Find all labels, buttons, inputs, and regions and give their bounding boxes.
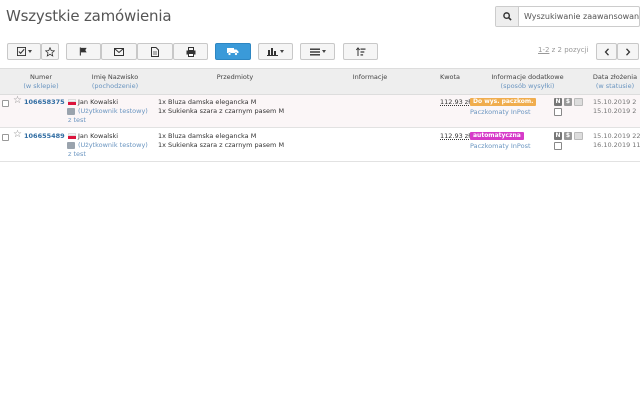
advanced-search (495, 6, 640, 27)
flag-button[interactable] (66, 43, 101, 60)
document-button[interactable] (137, 43, 173, 60)
chevron-left-icon (604, 47, 609, 56)
order-items: 1x Bluza damska elegancka M 1x Sukienka … (158, 132, 284, 150)
pager-info: 1-2 z 2 pozycji (538, 46, 589, 54)
sort-icon (355, 46, 365, 56)
page-title: Wszystkie zamówienia (6, 7, 172, 25)
status-badge: automatyczna (470, 132, 524, 140)
print-icon (186, 46, 195, 57)
column-name[interactable]: Imię Nazwisko (pochodzenie) (80, 73, 150, 91)
column-amount[interactable]: Kwota (430, 73, 470, 82)
order-item[interactable]: 1x Bluza damska elegancka M (158, 98, 284, 107)
note-icon[interactable]: N (554, 132, 562, 140)
column-number-sub: (w sklepie) (23, 82, 59, 90)
date-status: 16.10.2019 11:5 (593, 141, 640, 149)
column-number-label: Numer (30, 73, 52, 81)
table-row[interactable]: ☆ 106655489 Jan Kowalski (Użytkownik tes… (0, 129, 640, 162)
bar-chart-icon (267, 48, 278, 56)
column-extra[interactable]: Informacje dodatkowe (sposób wysyłki) (485, 73, 570, 91)
shipping-button[interactable] (215, 43, 251, 60)
order-amount: 112.93 zł (440, 132, 471, 140)
column-name-sub: (pochodzenie) (91, 82, 139, 90)
row-checkbox[interactable] (2, 134, 9, 141)
column-amount-label: Kwota (439, 73, 461, 81)
order-item[interactable]: 1x Bluza damska elegancka M (158, 132, 284, 141)
shipping-method: Paczkomaty InPost (470, 108, 531, 116)
column-date[interactable]: Data złożenia (w statusie) (592, 73, 638, 91)
order-item[interactable]: 1x Sukienka szara z czarnym pasem M (158, 141, 284, 150)
prev-page-button[interactable] (596, 43, 617, 60)
chevron-right-icon (626, 47, 631, 56)
payment-icon[interactable]: $ (564, 132, 572, 140)
chart-dropdown[interactable] (258, 43, 293, 60)
flag-icon (79, 47, 87, 56)
list-dropdown[interactable] (300, 43, 335, 60)
column-info[interactable]: Informacje (340, 73, 400, 82)
order-number[interactable]: 106658375 (24, 98, 65, 107)
order-origin: (Użytkownik testowy) z test (68, 141, 148, 158)
date-created: 15.10.2019 22: (593, 132, 640, 140)
search-icon (502, 12, 512, 21)
poland-flag-icon (68, 99, 76, 105)
row-checkbox[interactable] (2, 100, 9, 107)
shipping-method: Paczkomaty InPost (470, 142, 531, 150)
column-date-label: Data złożenia (592, 73, 638, 81)
customer-name[interactable]: Jan Kowalski (78, 98, 118, 107)
order-number[interactable]: 106655489 (24, 132, 65, 141)
date-created: 15.10.2019 2 (593, 98, 637, 106)
star-icon (45, 46, 55, 57)
chevron-down-icon (321, 50, 326, 53)
date-status: 15.10.2019 2 (593, 107, 637, 115)
column-items-label: Przedmioty (216, 73, 254, 81)
table-row[interactable]: ☆ 106658375 Jan Kowalski (Użytkownik tes… (0, 95, 640, 128)
search-input[interactable] (519, 7, 639, 26)
chevron-down-icon (280, 50, 284, 53)
star-icon[interactable]: ☆ (13, 96, 22, 106)
print-button[interactable] (173, 43, 208, 60)
order-origin: (Użytkownik testowy) z test (68, 107, 148, 124)
email-button[interactable] (101, 43, 137, 60)
list-icon (309, 48, 320, 55)
column-date-sub: (w statusie) (595, 82, 635, 90)
search-button[interactable] (496, 7, 519, 26)
clock-icon[interactable] (554, 108, 562, 116)
column-info-label: Informacje (352, 73, 388, 81)
sort-button[interactable] (343, 43, 378, 60)
column-extra-label: Informacje dodatkowe (491, 73, 564, 81)
select-checkbox-dropdown[interactable] (7, 43, 41, 60)
note-icon[interactable]: N (554, 98, 562, 106)
payment-icon[interactable]: $ (564, 98, 572, 106)
next-page-button[interactable] (617, 43, 639, 60)
column-name-label: Imię Nazwisko (91, 73, 139, 81)
order-amount: 112.93 zł (440, 98, 471, 106)
mail-icon[interactable] (574, 98, 583, 106)
poland-flag-icon (68, 133, 76, 139)
pager-total: z 2 pozycji (549, 46, 589, 54)
status-badge: Do wys. paczkom. (470, 98, 537, 106)
clock-icon[interactable] (554, 142, 562, 150)
mail-icon[interactable] (574, 132, 583, 140)
column-extra-sub: (sposób wysyłki) (500, 82, 555, 90)
document-icon (151, 46, 159, 57)
star-icon[interactable]: ☆ (13, 130, 22, 140)
checkbox-icon (16, 47, 26, 56)
order-item[interactable]: 1x Sukienka szara z czarnym pasem M (158, 107, 284, 116)
customer-name[interactable]: Jan Kowalski (78, 132, 118, 141)
table-header: Numer (w sklepie) Imię Nazwisko (pochodz… (0, 68, 640, 95)
favorite-button[interactable] (41, 43, 59, 60)
truck-icon (227, 48, 239, 56)
envelope-icon (114, 47, 124, 56)
column-number[interactable]: Numer (w sklepie) (22, 73, 60, 91)
chevron-down-icon (27, 50, 32, 53)
pager-range[interactable]: 1-2 (538, 46, 549, 54)
order-items: 1x Bluza damska elegancka M 1x Sukienka … (158, 98, 284, 116)
column-items[interactable]: Przedmioty (205, 73, 265, 82)
